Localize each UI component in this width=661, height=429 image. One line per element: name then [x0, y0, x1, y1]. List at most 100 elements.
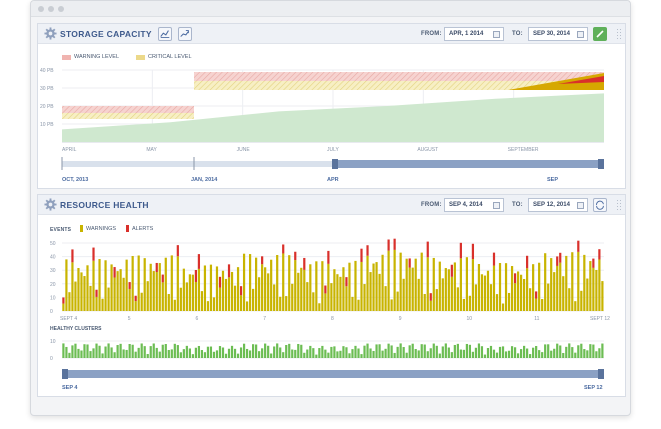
- cluster-bar[interactable]: [393, 352, 396, 358]
- cluster-bar[interactable]: [447, 347, 450, 358]
- cluster-bar[interactable]: [191, 354, 194, 358]
- warning-bar[interactable]: [360, 261, 363, 311]
- alert-bar[interactable]: [92, 247, 95, 261]
- cluster-bar[interactable]: [580, 343, 583, 358]
- warning-bar[interactable]: [589, 261, 592, 311]
- alert-bar[interactable]: [577, 240, 580, 252]
- alert-bar[interactable]: [261, 256, 264, 265]
- warning-bar[interactable]: [495, 294, 499, 311]
- warning-bar[interactable]: [336, 274, 339, 311]
- warning-bar[interactable]: [535, 298, 538, 311]
- cluster-bar[interactable]: [143, 346, 146, 358]
- warning-bar[interactable]: [282, 253, 285, 311]
- warning-bar[interactable]: [215, 266, 219, 311]
- warning-bar[interactable]: [164, 257, 167, 311]
- cluster-bar[interactable]: [197, 345, 201, 358]
- alert-bar[interactable]: [366, 245, 369, 256]
- warning-bar[interactable]: [568, 288, 571, 311]
- cluster-bar[interactable]: [282, 352, 285, 358]
- warning-bar[interactable]: [375, 262, 378, 311]
- warning-bar[interactable]: [468, 295, 472, 311]
- cluster-bar[interactable]: [507, 350, 511, 358]
- cluster-bar[interactable]: [221, 347, 225, 358]
- cluster-bar[interactable]: [252, 344, 255, 358]
- warning-bar[interactable]: [176, 256, 179, 311]
- warning-bar[interactable]: [209, 264, 213, 311]
- cluster-bar[interactable]: [131, 344, 134, 358]
- cluster-bar[interactable]: [541, 352, 544, 358]
- warning-bar[interactable]: [258, 277, 261, 311]
- cluster-bar[interactable]: [556, 343, 559, 358]
- warning-bar[interactable]: [390, 299, 393, 311]
- cluster-bar[interactable]: [456, 343, 459, 358]
- cluster-bar[interactable]: [339, 350, 342, 358]
- warning-bar[interactable]: [489, 284, 493, 311]
- cluster-bar[interactable]: [77, 348, 80, 358]
- warning-bar[interactable]: [324, 293, 327, 311]
- cluster-bar[interactable]: [158, 351, 161, 358]
- warning-bar[interactable]: [315, 261, 318, 311]
- warning-bar[interactable]: [116, 271, 119, 311]
- cluster-bar[interactable]: [95, 343, 98, 358]
- window-dot-close[interactable]: [38, 6, 44, 12]
- warning-bar[interactable]: [128, 288, 131, 311]
- alert-bar[interactable]: [559, 252, 562, 263]
- cluster-bar[interactable]: [562, 353, 565, 358]
- alert-bar[interactable]: [227, 264, 231, 278]
- alert-bar[interactable]: [387, 239, 390, 251]
- warning-bar[interactable]: [113, 277, 116, 311]
- cluster-bar[interactable]: [426, 351, 429, 358]
- alert-bar[interactable]: [194, 270, 197, 282]
- cluster-bar[interactable]: [366, 343, 369, 358]
- cluster-bar[interactable]: [173, 343, 176, 358]
- cluster-bar[interactable]: [155, 347, 158, 358]
- warning-bar[interactable]: [348, 262, 351, 311]
- cluster-bar[interactable]: [429, 348, 432, 358]
- alert-bar[interactable]: [128, 282, 131, 289]
- cluster-bar[interactable]: [125, 349, 128, 358]
- warning-bar[interactable]: [571, 252, 574, 311]
- cluster-bar[interactable]: [510, 346, 514, 358]
- cluster-bar[interactable]: [242, 343, 246, 358]
- warning-bar[interactable]: [270, 259, 273, 311]
- cluster-bar[interactable]: [526, 348, 529, 358]
- cluster-bar[interactable]: [492, 349, 496, 358]
- cluster-bar[interactable]: [387, 343, 390, 358]
- warning-bar[interactable]: [516, 271, 520, 311]
- warning-bar[interactable]: [273, 284, 276, 311]
- cluster-bar[interactable]: [535, 345, 538, 358]
- warning-bar[interactable]: [480, 274, 484, 311]
- cluster-bar[interactable]: [149, 346, 152, 358]
- cluster-bar[interactable]: [179, 352, 182, 358]
- storage-range-selection[interactable]: [335, 160, 604, 168]
- warning-bar[interactable]: [351, 296, 354, 311]
- warning-bar[interactable]: [285, 296, 288, 311]
- cluster-bar[interactable]: [529, 354, 532, 358]
- cluster-bar[interactable]: [327, 352, 330, 358]
- cluster-bar[interactable]: [279, 347, 282, 358]
- warning-bar[interactable]: [122, 277, 125, 311]
- warning-bar[interactable]: [354, 260, 357, 311]
- warning-bar[interactable]: [83, 276, 86, 311]
- warning-bar[interactable]: [378, 273, 381, 311]
- cluster-bar[interactable]: [414, 348, 417, 358]
- warning-bar[interactable]: [261, 264, 264, 311]
- cluster-bar[interactable]: [318, 348, 321, 358]
- warning-bar[interactable]: [456, 287, 459, 311]
- cluster-bar[interactable]: [122, 349, 125, 358]
- warning-bar[interactable]: [197, 268, 201, 311]
- warning-bar[interactable]: [143, 258, 146, 311]
- warning-bar[interactable]: [405, 258, 408, 311]
- warning-bar[interactable]: [357, 299, 360, 311]
- cluster-bar[interactable]: [104, 346, 107, 358]
- cluster-bar[interactable]: [261, 348, 264, 358]
- warning-bar[interactable]: [233, 285, 237, 311]
- cluster-bar[interactable]: [559, 345, 562, 358]
- cluster-bar[interactable]: [345, 347, 348, 358]
- cluster-bar[interactable]: [498, 346, 502, 358]
- cluster-bar[interactable]: [176, 345, 179, 358]
- warning-bar[interactable]: [71, 262, 74, 311]
- warning-bar[interactable]: [230, 271, 234, 311]
- cluster-bar[interactable]: [71, 345, 74, 358]
- warning-bar[interactable]: [252, 288, 255, 311]
